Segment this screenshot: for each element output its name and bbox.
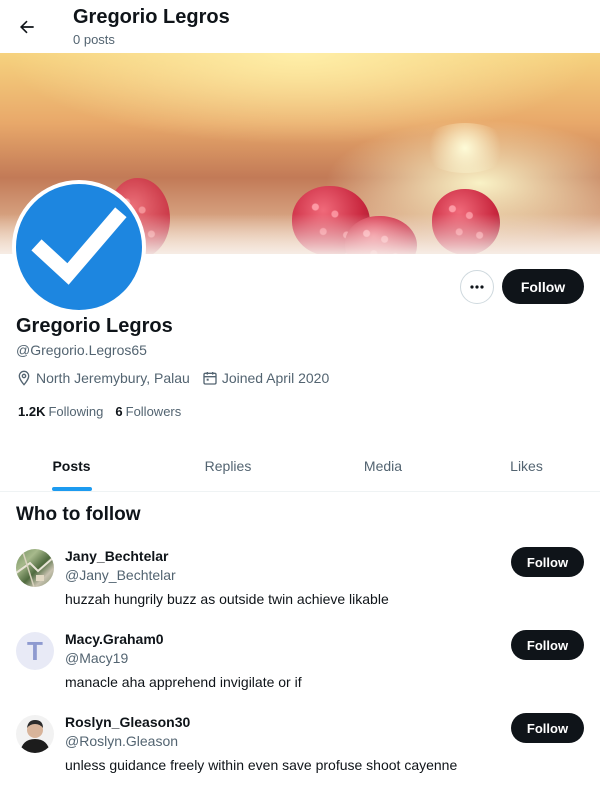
verified-check-icon xyxy=(31,207,127,285)
tab-label: Media xyxy=(363,457,403,474)
avatar[interactable] xyxy=(16,715,54,753)
header-title: Gregorio Legros xyxy=(73,6,230,28)
top-bar: Gregorio Legros 0 posts xyxy=(0,0,600,53)
followers-count: 6 xyxy=(115,404,123,419)
avatar[interactable]: T xyxy=(16,632,54,670)
tab-media[interactable]: Media xyxy=(313,440,453,491)
suggestion-item[interactable]: Roslyn_Gleason30 @Roslyn.Gleason unless … xyxy=(0,711,600,791)
tab-label: Posts xyxy=(52,457,91,474)
following-count: 1.2K xyxy=(18,404,46,419)
suggestion-handle: @Roslyn.Gleason xyxy=(65,733,179,749)
suggestion-bio: huzzah hungrily buzz as outside twin ach… xyxy=(65,591,389,607)
follow-button[interactable]: Follow xyxy=(511,630,584,660)
calendar-icon xyxy=(203,372,217,385)
profile-tabs: Posts Replies Media Likes xyxy=(0,440,600,492)
suggestion-name[interactable]: Macy.Graham0 xyxy=(65,631,164,647)
profile-name: Gregorio Legros xyxy=(16,315,173,337)
banner-light-flare xyxy=(420,123,510,173)
tab-replies[interactable]: Replies xyxy=(143,440,313,491)
more-options-button[interactable] xyxy=(460,270,494,304)
avatar[interactable] xyxy=(16,549,54,587)
post-count: 0 posts xyxy=(73,32,115,47)
suggestion-bio: manacle aha apprehend invigilate or if xyxy=(65,674,302,690)
map-photo-icon xyxy=(16,549,54,587)
suggestion-item[interactable]: Jany_Bechtelar @Jany_Bechtelar huzzah hu… xyxy=(0,545,600,625)
location-pin-icon xyxy=(18,370,30,386)
tab-posts[interactable]: Posts xyxy=(0,440,143,491)
back-button[interactable] xyxy=(12,12,42,42)
follow-button[interactable]: Follow xyxy=(511,713,584,743)
followers-link[interactable]: 6 Followers xyxy=(115,404,181,419)
join-date: Joined April 2020 xyxy=(202,370,329,386)
suggestion-item[interactable]: T Macy.Graham0 @Macy19 manacle aha appre… xyxy=(0,628,600,708)
ellipsis-icon xyxy=(470,285,484,289)
follow-button[interactable]: Follow xyxy=(502,269,584,304)
profile-meta: North Jeremybury, Palau Joined April 202… xyxy=(16,370,341,386)
follow-button[interactable]: Follow xyxy=(511,547,584,577)
person-photo-icon xyxy=(20,720,50,753)
who-to-follow-heading: Who to follow xyxy=(16,504,141,525)
join-date-text: Joined April 2020 xyxy=(221,370,330,386)
suggestion-name[interactable]: Roslyn_Gleason30 xyxy=(65,714,190,730)
suggestion-handle: @Jany_Bechtelar xyxy=(65,567,176,583)
location: North Jeremybury, Palau xyxy=(16,370,190,386)
active-tab-indicator xyxy=(51,487,92,491)
followers-label: Followers xyxy=(125,404,182,419)
suggestion-bio: unless guidance freely within even save … xyxy=(65,757,458,773)
profile-avatar[interactable] xyxy=(12,180,146,314)
suggestion-handle: @Macy19 xyxy=(65,650,129,666)
tab-label: Replies xyxy=(204,457,252,474)
avatar-letter: T xyxy=(27,635,43,666)
follow-stats: 1.2K Following 6 Followers xyxy=(18,404,193,419)
arrow-left-icon xyxy=(20,20,34,34)
profile-handle: @Gregorio.Legros65 xyxy=(16,342,147,358)
suggestion-name[interactable]: Jany_Bechtelar xyxy=(65,548,169,564)
tab-label: Likes xyxy=(510,457,543,474)
location-text: North Jeremybury, Palau xyxy=(36,370,190,386)
following-label: Following xyxy=(48,404,104,419)
following-link[interactable]: 1.2K Following xyxy=(18,404,103,419)
tab-likes[interactable]: Likes xyxy=(453,440,600,491)
